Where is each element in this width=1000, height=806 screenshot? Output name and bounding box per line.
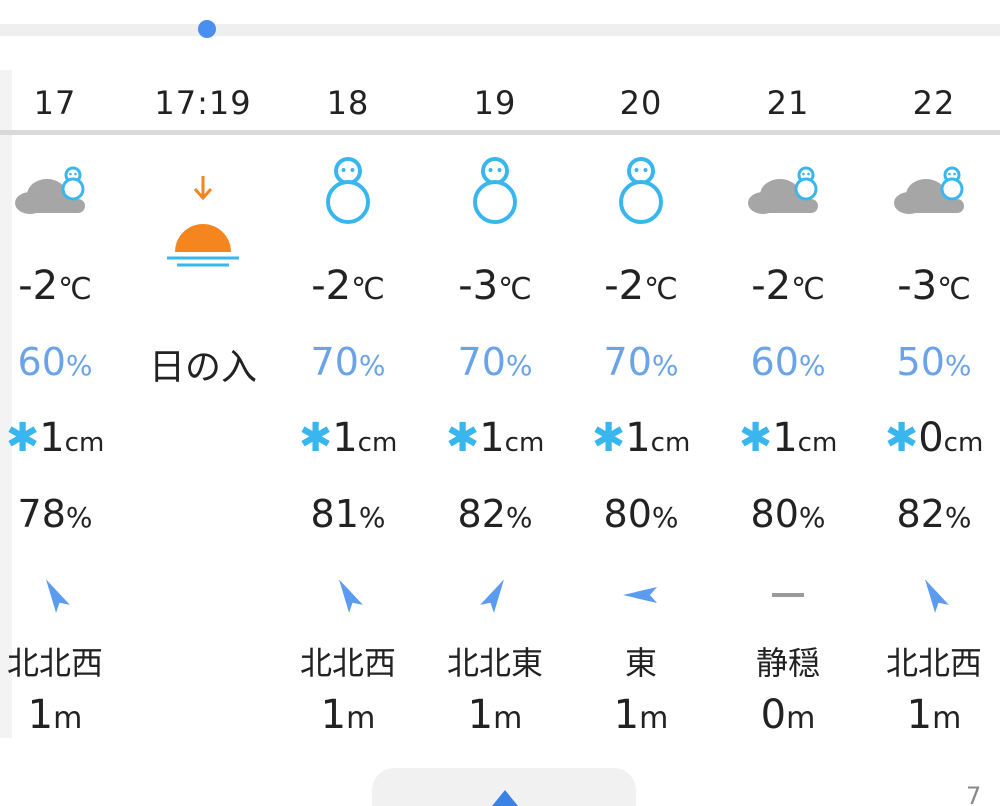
humidity: 78% <box>17 492 93 536</box>
snowfall: ✱1cm <box>591 415 691 461</box>
snowflake-icon: ✱ <box>591 415 626 461</box>
snowfall: ✱1cm <box>445 415 545 461</box>
wind-direction-arrow-icon <box>864 575 1000 615</box>
wind-direction-arrow-icon <box>278 575 418 615</box>
wind-direction-label: 北北西 <box>299 644 396 682</box>
temperature: -2℃ <box>604 263 678 309</box>
hour-label: 17 <box>33 84 77 122</box>
cloudy-with-snowman-icon <box>0 155 125 225</box>
snowman-icon <box>278 155 418 225</box>
precipitation-probability: 70% <box>603 340 679 384</box>
snowman-icon <box>425 155 565 225</box>
sunset-column[interactable]: 17:19 日の入 <box>133 70 273 740</box>
precipitation-probability: 50% <box>896 340 972 384</box>
hour-label: 21 <box>766 84 810 122</box>
hour-column-21[interactable]: 21 -2℃ 60% ✱1cm 80% 静穏 0m <box>718 70 858 740</box>
hour-label: 22 <box>912 84 956 122</box>
scroll-position-indicator[interactable] <box>198 20 216 38</box>
snowfall: ✱1cm <box>5 415 105 461</box>
weather-hourly-page: 17 -2℃ 60% ✱1cm 78% 北北西 1m 17:19 日の入 18 … <box>0 0 1000 806</box>
sunset-icon <box>133 170 273 270</box>
hour-label: 20 <box>619 84 663 122</box>
temperature: -3℃ <box>897 263 971 309</box>
wind-direction-label: 北北東 <box>446 644 543 682</box>
humidity: 80% <box>750 492 826 536</box>
wind-direction-label: 東 <box>624 644 657 682</box>
precipitation-probability: 60% <box>17 340 93 384</box>
precipitation-probability: 70% <box>310 340 386 384</box>
snowfall: ✱1cm <box>738 415 838 461</box>
hour-column-19[interactable]: 19 -3℃ 70% ✱1cm 82% 北北東 1m <box>425 70 565 740</box>
precipitation-probability: 60% <box>750 340 826 384</box>
snowfall: ✱0cm <box>884 415 984 461</box>
hour-column-20[interactable]: 20 -2℃ 70% ✱1cm 80% 東 1m <box>571 70 711 740</box>
temperature: -2℃ <box>18 263 92 309</box>
cloudy-with-snowman-icon <box>718 155 858 225</box>
precipitation-probability: 70% <box>457 340 533 384</box>
wind-speed: 1m <box>613 692 669 738</box>
wind-direction-arrow-icon <box>425 575 565 615</box>
wind-speed: 1m <box>906 692 962 738</box>
snowflake-icon: ✱ <box>445 415 480 461</box>
humidity: 82% <box>457 492 533 536</box>
wind-speed: 1m <box>27 692 83 738</box>
hour-label: 18 <box>326 84 370 122</box>
humidity: 82% <box>896 492 972 536</box>
wind-speed: 1m <box>320 692 376 738</box>
hour-label: 19 <box>473 84 517 122</box>
snowman-icon <box>571 155 711 225</box>
wind-direction-label: 静穏 <box>755 644 820 682</box>
hour-column-22[interactable]: 22 -3℃ 50% ✱0cm 82% 北北西 1m <box>864 70 1000 740</box>
up-arrow-icon <box>492 790 518 806</box>
snowflake-icon: ✱ <box>884 415 919 461</box>
next-section-label: 7時 <box>966 782 982 806</box>
sunset-label: 日の入 <box>148 347 257 388</box>
temperature: -2℃ <box>311 263 385 309</box>
wind-direction-label: 北北西 <box>6 644 103 682</box>
temperature: -3℃ <box>458 263 532 309</box>
temperature: -2℃ <box>751 263 825 309</box>
hour-column-18[interactable]: 18 -2℃ 70% ✱1cm 81% 北北西 1m <box>278 70 418 740</box>
calm-dash-icon <box>718 575 858 615</box>
humidity: 80% <box>603 492 679 536</box>
wind-direction-arrow-icon <box>571 575 711 615</box>
down-arrow-icon <box>193 176 213 201</box>
wind-speed: 0m <box>760 692 816 738</box>
snowflake-icon: ✱ <box>738 415 773 461</box>
wind-direction-arrow-icon <box>0 575 125 615</box>
snowflake-icon: ✱ <box>5 415 40 461</box>
hour-column-17[interactable]: 17 -2℃ 60% ✱1cm 78% 北北西 1m <box>0 70 125 740</box>
humidity: 81% <box>310 492 386 536</box>
snowfall: ✱1cm <box>298 415 398 461</box>
wind-direction-label: 北北西 <box>885 644 982 682</box>
sunset-time: 17:19 <box>154 84 252 122</box>
cloudy-with-snowman-icon <box>864 155 1000 225</box>
wind-speed: 1m <box>467 692 523 738</box>
snowflake-icon: ✱ <box>298 415 333 461</box>
horizontal-scroll-track[interactable] <box>0 24 1000 36</box>
